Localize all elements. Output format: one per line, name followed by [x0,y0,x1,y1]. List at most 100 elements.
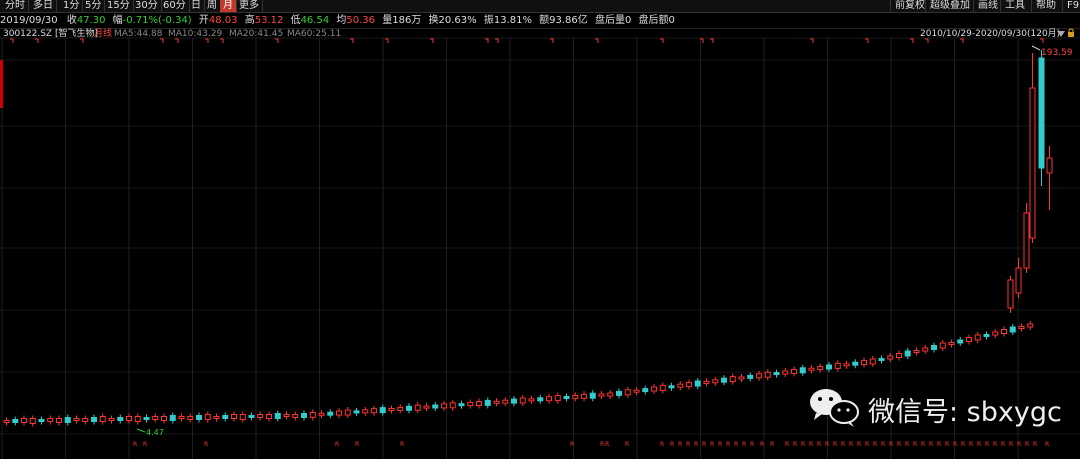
toolbar-right-0[interactable]: 前复权 [890,0,929,12]
period-tab-4[interactable]: 15分 [104,0,134,12]
rights-marker: R [355,441,359,448]
candle [134,413,141,425]
candle [476,398,482,409]
candle [64,414,71,426]
candle [904,348,911,359]
high-value: 53.12 [254,15,284,26]
candle [721,375,727,386]
low-label: 低 [290,15,301,26]
rights-marker: R [1017,441,1021,448]
period-tab-5[interactable]: 30分 [132,0,162,12]
candle [493,398,500,407]
close-label: 收 [66,15,77,26]
toolbar-right-3[interactable]: 工具 [1000,0,1029,12]
rights-marker: R [857,441,861,448]
candle [371,405,377,416]
candle [248,412,255,421]
event-marker [220,38,224,43]
period-tab-6[interactable]: 60分 [160,0,190,12]
candle [239,411,246,423]
candle [467,399,474,409]
candle [99,413,106,425]
amplitude-label: 振 [483,15,494,26]
toolbar-right-4[interactable]: 帮助 [1031,0,1060,12]
rights-marker: R [1009,441,1013,448]
candle [152,413,159,423]
toolbar-right-1[interactable]: 超级叠加 [925,0,974,12]
period-tab-7[interactable]: 日 [188,0,205,12]
close-value: 47.30 [76,15,106,26]
scroll-indicator[interactable] [0,60,3,108]
indicator-ma20: MA20:41.45 [229,29,283,39]
candle [12,416,19,426]
rights-marker: R [921,441,925,448]
candle [449,399,456,411]
candle [266,411,272,422]
candle [1015,258,1022,298]
candle [161,413,167,424]
rights-marker: R [809,441,813,448]
period-tab-10[interactable]: 更多 [236,0,263,12]
rights-marker: R [937,441,941,448]
volume-value: 186万 [392,15,422,26]
candle [406,403,412,414]
candle [108,415,115,424]
rights-marker: R [825,441,829,448]
rights-marker: R [881,441,885,448]
candle [607,390,614,399]
wechat-icon [810,389,859,427]
lock-icon[interactable] [1068,28,1074,37]
period-tab-1[interactable]: 多日 [30,0,57,12]
event-marker [10,38,14,43]
low-annotation-arrow [136,428,146,433]
candle [309,409,316,421]
high-label: 高 [244,15,255,26]
candle [922,345,929,354]
rights-marker: R [833,441,837,448]
rights-marker: R [913,441,917,448]
candle [502,397,509,407]
period-tab-3[interactable]: 5分 [82,0,106,12]
period-tab-9[interactable]: 月 [220,0,237,12]
event-marker [430,38,434,43]
candle [29,415,36,427]
candle [773,369,780,378]
avg-value: 50.36 [346,15,376,26]
candle [782,368,789,377]
period-tab-8[interactable]: 周 [204,0,221,12]
candle [1046,146,1053,210]
event-marker [350,38,354,43]
candle [659,382,666,394]
candle [336,408,342,419]
rights-marker: R [985,441,989,448]
candle [791,366,797,377]
rights-marker: R [929,441,933,448]
candle [1029,53,1036,243]
rights-marker: R [678,441,682,448]
period-tab-2[interactable]: 1分 [60,0,84,12]
event-marker [385,38,389,43]
candle [169,412,176,424]
amount-value: 93.86亿 [549,15,588,26]
toolbar-right-5[interactable]: F9 [1062,0,1080,12]
candle [1027,321,1034,330]
event-marker [810,38,814,43]
candle [3,417,10,426]
candle [869,356,876,367]
candle [992,329,999,338]
rights-marker: R [702,441,706,448]
candle [747,372,754,382]
candle [852,359,859,369]
change-label: 幅 [112,15,123,26]
candle [703,378,710,387]
rights-marker: R [133,441,137,448]
avg-label: 均 [336,15,347,26]
candle [589,390,596,402]
candle [432,402,439,411]
toolbar-right-2[interactable]: 画线 [973,0,1002,12]
period-tab-0[interactable]: 分时 [2,0,29,12]
candle [73,415,80,424]
candle [441,400,447,411]
rights-marker: R [718,441,722,448]
candle [213,413,220,422]
